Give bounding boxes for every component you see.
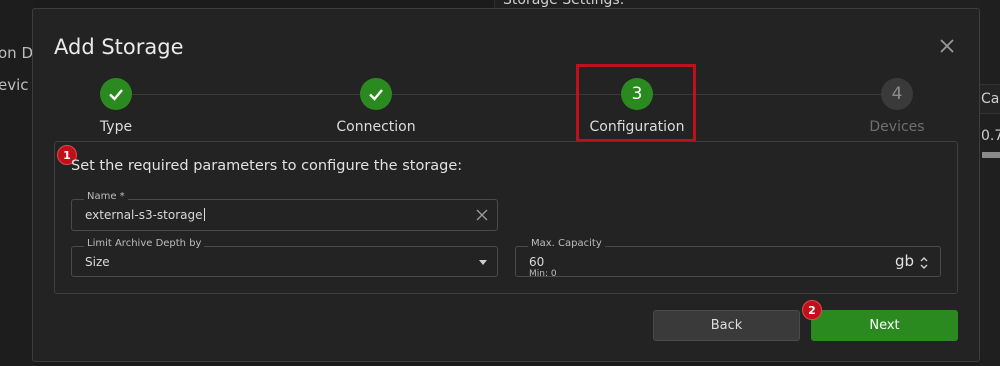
step-number: 4 [881,78,913,110]
clear-icon[interactable] [475,208,489,222]
capacity-value: 0.7 [981,128,1000,144]
text-cursor [203,208,205,221]
capacity-bar [982,152,1000,158]
background-text: on D [0,44,34,62]
step-type[interactable]: Type [46,78,186,135]
dialog-title: Add Storage [54,35,184,59]
back-button[interactable]: Back [653,310,800,341]
spinner-icon[interactable] [919,255,929,271]
step-label: Connection [336,119,416,135]
limit-field-value: Size [85,255,110,269]
name-field-value: external-s3-storage [85,208,203,222]
check-icon [360,78,392,110]
max-capacity-field[interactable]: Max. Capacity 60 Min: 0 gb [515,238,941,279]
close-icon[interactable] [937,36,957,56]
step-label: Type [99,119,133,135]
capacity-unit[interactable]: gb [895,252,914,270]
background-left-panel: on D evic [0,0,34,366]
step-connection[interactable]: Connection [306,78,446,135]
check-icon [100,78,132,110]
stepper-line [115,94,897,95]
configuration-panel: 1 Set the required parameters to configu… [54,141,958,294]
instruction-text: Set the required parameters to configure… [71,158,463,174]
background-text: evic [0,76,29,94]
limit-field-label: Limit Archive Depth by [84,238,205,249]
name-field-label: Name * [84,191,128,202]
highlight-box [576,64,696,142]
capacity-column-header: Cap [981,91,1000,107]
limit-archive-depth-select[interactable]: Limit Archive Depth by Size [71,238,498,277]
capacity-min-hint: Min: 0 [529,269,557,279]
capacity-field-value: 60 [529,255,545,269]
name-field[interactable]: Name * external-s3-storage [71,191,498,231]
next-button[interactable]: Next [811,310,958,341]
background-table-header: Cap [980,84,1000,114]
capacity-field-label: Max. Capacity [528,238,605,249]
step-devices[interactable]: 4 Devices [827,78,967,135]
add-storage-dialog: Add Storage Type Connection 3 Configurat… [32,8,980,362]
background-right-panel: Cap 0.7 [980,0,1000,366]
step-label: Devices [869,119,925,135]
storage-settings-heading: Storage Settings: [503,0,625,8]
chevron-down-icon [479,260,487,265]
callout-badge: 2 [802,300,822,320]
